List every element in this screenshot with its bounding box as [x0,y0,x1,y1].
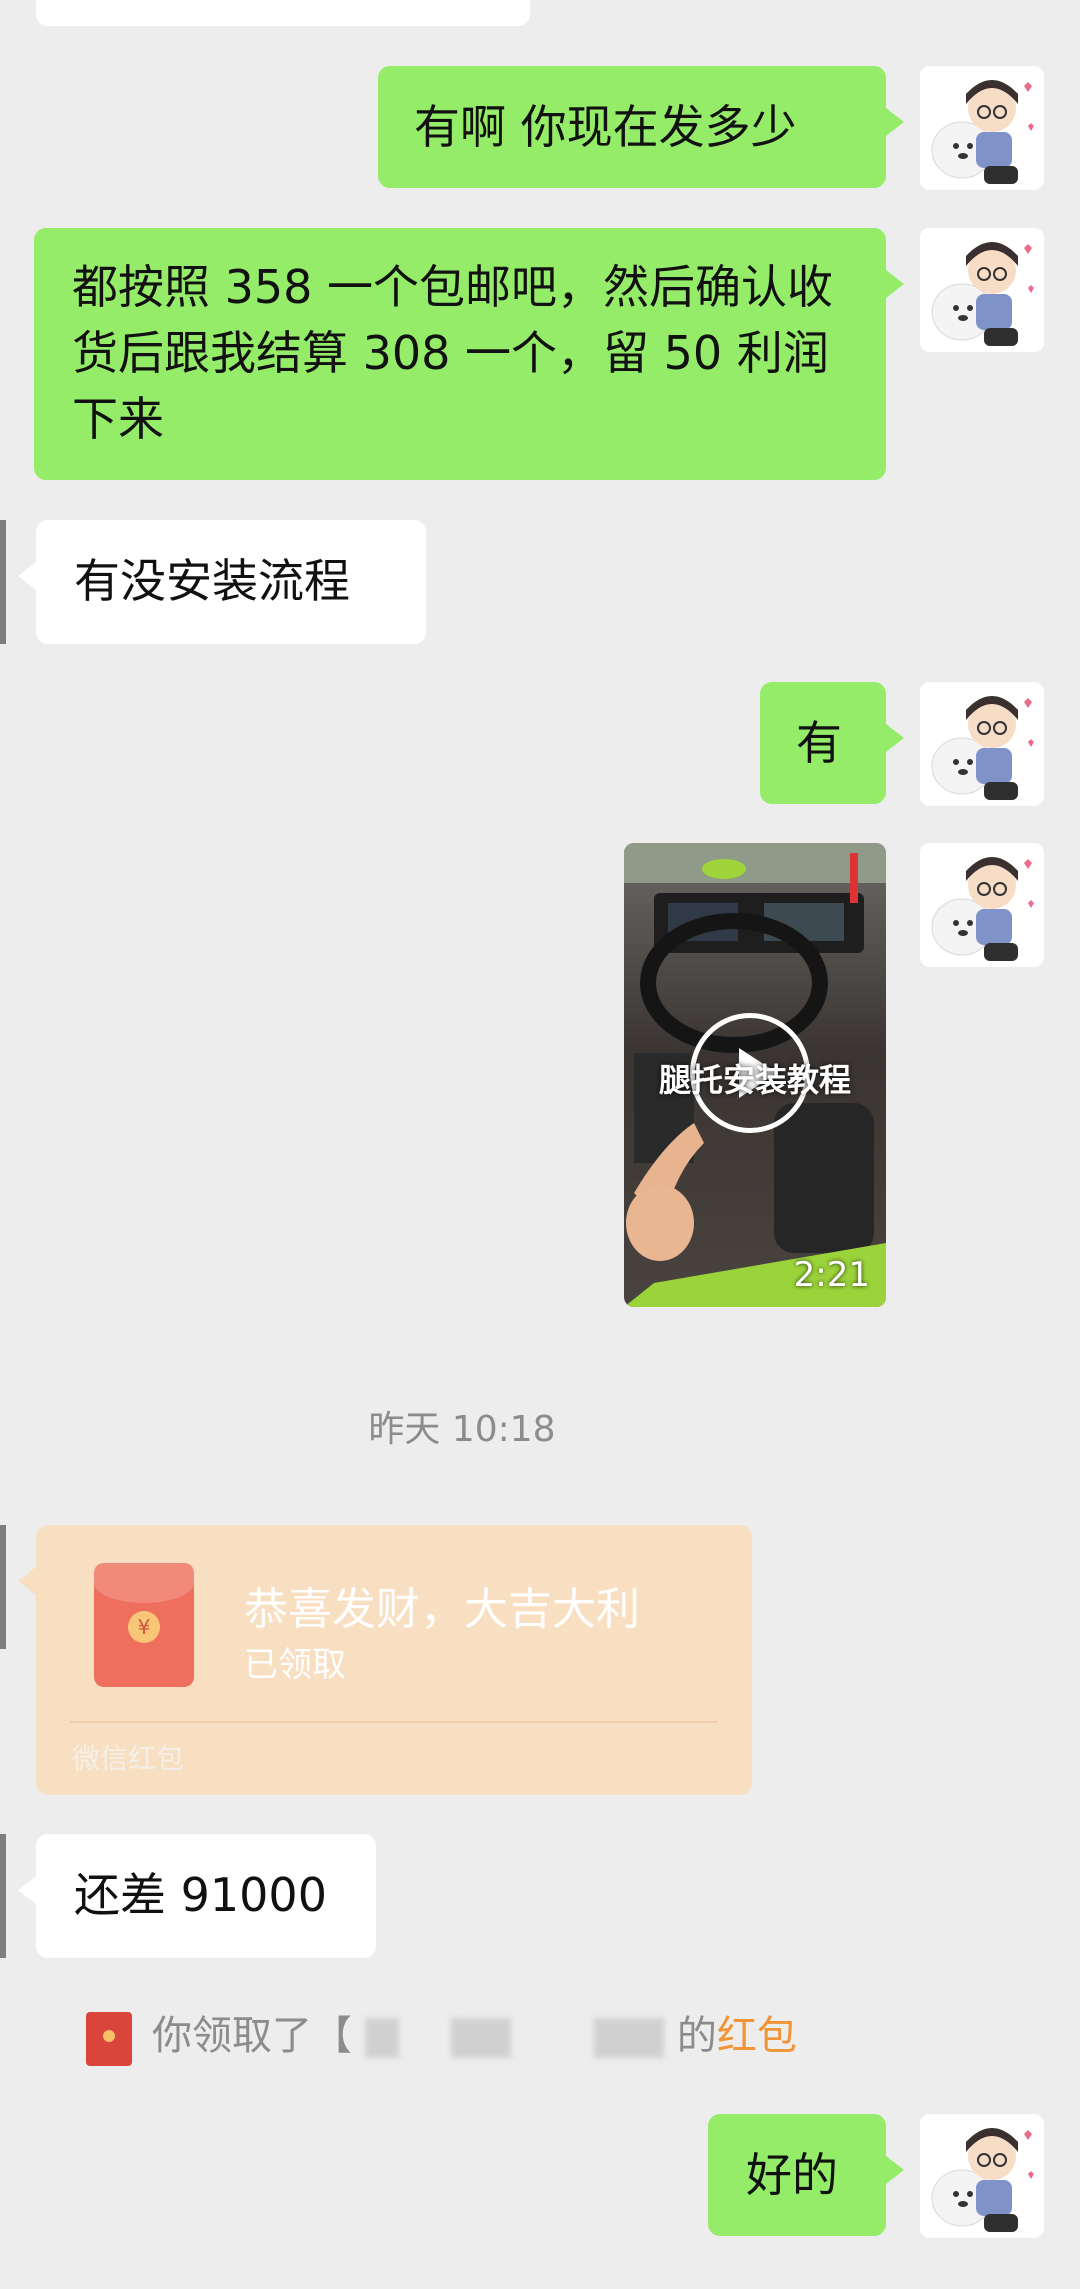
message-text: 还差 91000 [74,1868,327,1922]
message-text: 好的 [746,2148,838,2202]
red-packet-footer: 微信红包 [72,1742,185,1775]
incoming-avatar-edge [0,1525,6,1649]
red-packet-status: 已领取 [244,1645,346,1685]
incoming-avatar-edge [0,1834,6,1958]
my-avatar[interactable] [920,66,1044,190]
redacted-name [364,2018,399,2058]
redacted-name [451,2018,512,2058]
notice-prefix: 你领取了【 [152,2013,352,2059]
notice-suffix: 的 [676,2013,717,2059]
boy-with-samoyed-avatar-icon [920,2114,1044,2238]
video-duration: 2:21 [793,1255,870,1295]
incoming-message[interactable]: 有没安装流程 [18,520,426,644]
outgoing-message[interactable]: 都按照 358 一个包邮吧，然后确认收货后跟我结算 308 一个，留 50 利润… [34,228,904,480]
message-text: 有没安装流程 [74,554,350,608]
message-text: 都按照 358 一个包邮吧，然后确认收货后跟我结算 308 一个，留 50 利润… [72,260,834,446]
my-avatar[interactable] [920,228,1044,352]
chat-timestamp: 昨天 10:18 [368,1409,556,1450]
boy-with-samoyed-avatar-icon [920,228,1044,352]
video-message[interactable]: 腿托安装教程 2:21 [624,843,886,1307]
outgoing-message[interactable]: 有啊 你现在发多少 [378,66,904,188]
my-avatar[interactable] [920,2114,1044,2238]
red-packet-title: 恭喜发财，大吉大利 [244,1584,640,1635]
divider [70,1721,718,1723]
incoming-avatar-edge [0,520,6,644]
red-packet-message[interactable]: ¥ 恭喜发财，大吉大利 已领取 微信红包 [18,1525,752,1795]
redacted-name [594,2018,665,2058]
message-text: 有 [796,716,842,770]
red-packet-small-icon [86,2012,132,2066]
incoming-message[interactable]: 还差 91000 [18,1834,376,1958]
outgoing-message[interactable]: 好的 [708,2114,904,2236]
message-text: 有啊 你现在发多少 [414,100,797,154]
coin-icon: ¥ [128,1611,160,1643]
red-envelope-icon: ¥ [94,1563,194,1687]
video-caption: 腿托安装教程 [658,1061,851,1099]
boy-with-samoyed-avatar-icon [920,682,1044,806]
incoming-bubble-partial[interactable] [36,0,530,26]
red-packet-link[interactable]: 红包 [717,2013,797,2059]
my-avatar[interactable] [920,843,1044,967]
my-avatar[interactable] [920,682,1044,806]
outgoing-message[interactable]: 有 [760,682,904,804]
boy-with-samoyed-avatar-icon [920,843,1044,967]
system-notice-text: 你领取了【 的红包 [152,2006,797,2066]
boy-with-samoyed-avatar-icon [920,66,1044,190]
